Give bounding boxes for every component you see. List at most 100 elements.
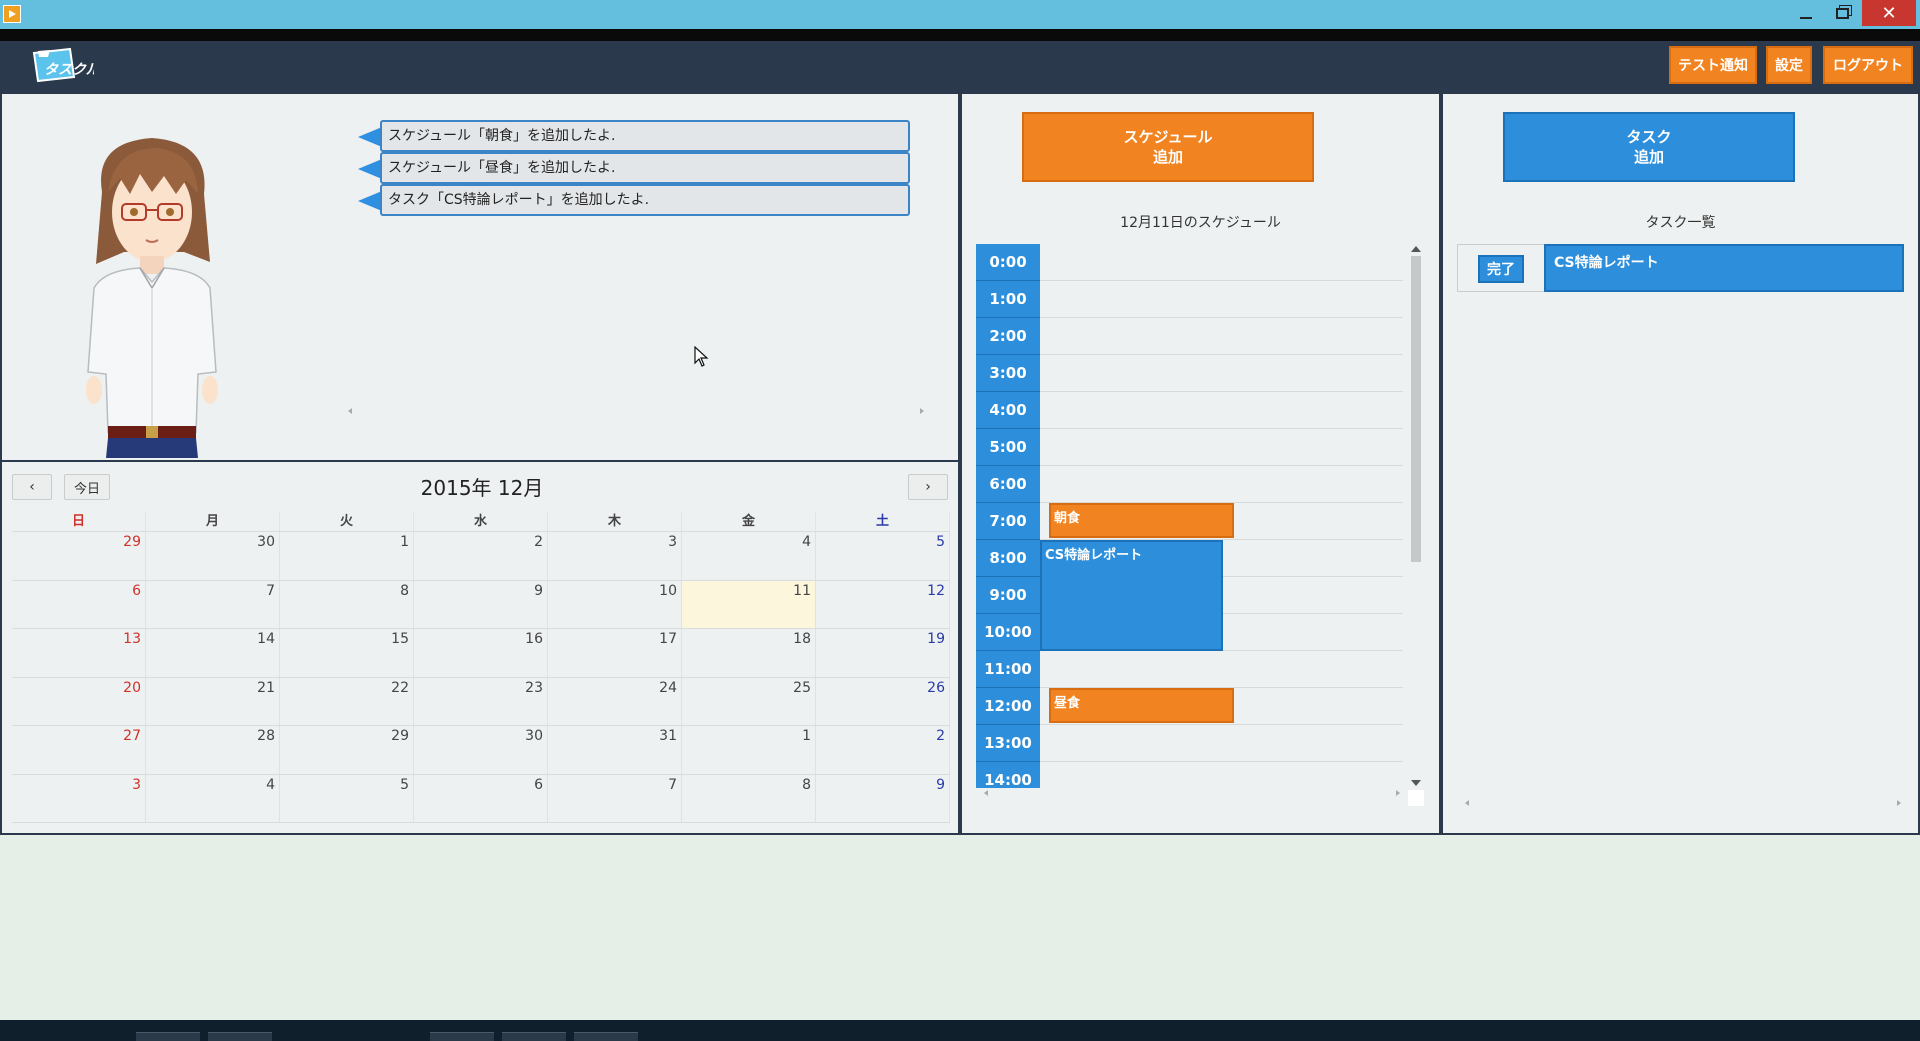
weekday-label: 金 <box>682 512 816 531</box>
taskbar-app[interactable] <box>430 1032 494 1041</box>
task-complete-button[interactable]: 完了 <box>1478 255 1524 283</box>
calendar-day-cell[interactable]: 3 <box>12 774 146 822</box>
calendar-day-cell[interactable]: 26 <box>816 677 950 725</box>
test-notify-button[interactable]: テスト通知 <box>1669 46 1757 84</box>
calendar-day-cell[interactable]: 21 <box>146 677 280 725</box>
calendar-day-cell[interactable]: 8 <box>682 774 816 822</box>
hour-row[interactable]: 13:00 <box>976 725 1403 762</box>
taskbar-app[interactable] <box>136 1032 200 1041</box>
calendar-week-row: 6 7 8 9 10 11 12 <box>12 580 950 629</box>
add-task-button[interactable]: タスク 追加 <box>1503 112 1795 182</box>
os-taskbar <box>0 1020 1920 1041</box>
hour-label: 10:00 <box>976 614 1040 651</box>
calendar-day-cell[interactable]: 12 <box>816 580 950 628</box>
calendar-day-cell[interactable]: 6 <box>414 774 548 822</box>
calendar-day-cell[interactable]: 19 <box>816 629 950 677</box>
calendar-day-cell[interactable]: 29 <box>12 532 146 580</box>
calendar-day-cell[interactable]: 4 <box>682 532 816 580</box>
calendar-day-cell[interactable]: 24 <box>548 677 682 725</box>
calendar-day-cell[interactable]: 27 <box>12 726 146 774</box>
calendar-day-cell[interactable]: 9 <box>414 580 548 628</box>
scroll-left-icon[interactable] <box>1465 800 1469 806</box>
hour-row[interactable]: 6:00 <box>976 466 1403 503</box>
calendar-week-row: 3456789 <box>12 774 950 823</box>
schedule-event[interactable]: 朝食 <box>1049 503 1234 538</box>
calendar-day-cell[interactable]: 4 <box>146 774 280 822</box>
scrollbar-thumb[interactable] <box>1411 256 1421 562</box>
calendar-day-cell[interactable]: 2 <box>414 532 548 580</box>
hour-row[interactable]: 11:00 <box>976 651 1403 688</box>
calendar-day-cell[interactable]: 30 <box>146 532 280 580</box>
timeline-vertical-scrollbar[interactable] <box>1407 244 1423 788</box>
calendar-day-cell[interactable]: 20 <box>12 677 146 725</box>
taskbar-app[interactable] <box>574 1032 638 1041</box>
calendar-day-cell[interactable]: 15 <box>280 629 414 677</box>
scroll-left-icon[interactable] <box>984 790 988 796</box>
close-button[interactable]: ✕ <box>1862 0 1916 26</box>
scroll-right-icon[interactable] <box>1396 790 1400 796</box>
taskbar-app[interactable] <box>208 1032 272 1041</box>
task-horizontal-scrollbar[interactable] <box>1463 798 1903 808</box>
task-name[interactable]: CS特論レポート <box>1544 244 1904 292</box>
calendar-day-cell[interactable]: 7 <box>146 580 280 628</box>
schedule-event[interactable]: 昼食 <box>1049 688 1234 723</box>
taskbar-app[interactable] <box>502 1032 566 1041</box>
calendar-next-button[interactable]: › <box>908 474 948 500</box>
calendar-today-button[interactable]: 今日 <box>64 474 110 500</box>
calendar-day-cell[interactable]: 10 <box>548 580 682 628</box>
calendar-day-cell[interactable]: 6 <box>12 580 146 628</box>
calendar-day-cell[interactable]: 22 <box>280 677 414 725</box>
task-list-title: タスク一覧 <box>1645 215 1716 231</box>
calendar-day-cell[interactable]: 7 <box>548 774 682 822</box>
hour-row[interactable]: 1:00 <box>976 281 1403 318</box>
calendar-day-cell[interactable]: 1 <box>682 726 816 774</box>
calendar-day-cell[interactable]: 2 <box>816 726 950 774</box>
hour-row[interactable]: 4:00 <box>976 392 1403 429</box>
calendar-day-cell[interactable]: 25 <box>682 677 816 725</box>
calendar-day-cell[interactable]: 13 <box>12 629 146 677</box>
calendar-day-cell[interactable]: 16 <box>414 629 548 677</box>
calendar-day-cell[interactable]: 3 <box>548 532 682 580</box>
calendar-day-cell[interactable]: 1 <box>280 532 414 580</box>
calendar-day-cell[interactable]: 30 <box>414 726 548 774</box>
calendar-day-cell[interactable]: 9 <box>816 774 950 822</box>
calendar-day-cell[interactable]: 18 <box>682 629 816 677</box>
hour-row[interactable]: 5:00 <box>976 429 1403 466</box>
scroll-right-icon[interactable] <box>1897 800 1901 806</box>
calendar-day-cell[interactable]: 28 <box>146 726 280 774</box>
add-schedule-button[interactable]: スケジュール 追加 <box>1022 112 1314 182</box>
scroll-left-icon[interactable] <box>348 408 352 414</box>
bubble-pointer-icon <box>358 127 382 147</box>
message-horizontal-scrollbar[interactable] <box>346 406 926 416</box>
app-logo: タスクル <box>32 47 94 83</box>
hour-row[interactable]: 0:00 <box>976 244 1403 281</box>
calendar-day-cell[interactable]: 8 <box>280 580 414 628</box>
calendar-day-cell[interactable]: 23 <box>414 677 548 725</box>
calendar-weekday-header: 日 月 火 水 木 金 土 <box>12 512 950 532</box>
calendar-day-cell[interactable]: 14 <box>146 629 280 677</box>
logout-button[interactable]: ログアウト <box>1823 46 1913 84</box>
hour-row[interactable]: 2:00 <box>976 318 1403 355</box>
calendar-day-cell[interactable]: 11 <box>682 580 816 628</box>
scroll-right-icon[interactable] <box>920 408 924 414</box>
hour-label: 5:00 <box>976 429 1040 466</box>
calendar-prev-button[interactable]: ‹ <box>12 474 52 500</box>
calendar-day-cell[interactable]: 5 <box>280 774 414 822</box>
calendar-week-row: 13 14 15 16 17 18 19 <box>12 629 950 678</box>
schedule-event[interactable]: CS特論レポート <box>1040 540 1223 651</box>
settings-button[interactable]: 設定 <box>1766 46 1812 84</box>
calendar-day-cell[interactable]: 31 <box>548 726 682 774</box>
scroll-down-icon[interactable] <box>1411 780 1421 786</box>
hour-row[interactable]: 3:00 <box>976 355 1403 392</box>
hour-row[interactable]: 14:00 <box>976 762 1403 788</box>
timeline-horizontal-scrollbar[interactable] <box>982 788 1402 798</box>
maximize-button[interactable] <box>1820 0 1864 26</box>
add-schedule-sublabel: 追加 <box>1152 148 1183 166</box>
calendar-week-row: 29 30 1 2 3 4 5 <box>12 532 950 581</box>
scroll-up-icon[interactable] <box>1411 246 1421 252</box>
hour-label: 6:00 <box>976 466 1040 503</box>
calendar-day-cell[interactable]: 17 <box>548 629 682 677</box>
calendar-day-cell[interactable]: 29 <box>280 726 414 774</box>
hour-label: 3:00 <box>976 355 1040 392</box>
calendar-day-cell[interactable]: 5 <box>816 532 950 580</box>
